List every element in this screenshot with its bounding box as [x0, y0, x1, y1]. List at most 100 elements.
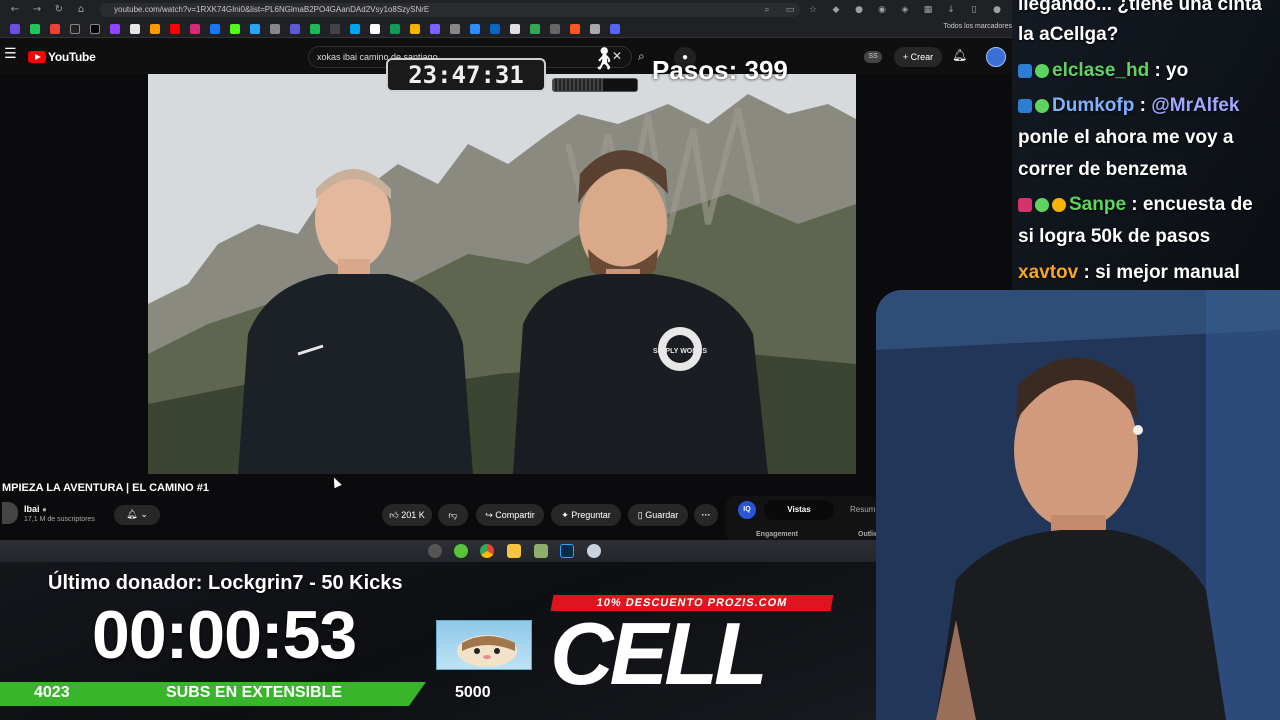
download-icon[interactable]: ↓ — [944, 3, 958, 17]
thumbs-up-icon: 👍︎ — [389, 510, 399, 520]
bookmark-icon[interactable] — [270, 23, 280, 34]
notification-bell-button[interactable]: 🔔︎ ⌄ — [114, 505, 160, 525]
iq-badge[interactable]: IQ — [738, 501, 756, 519]
subathon-timer: 00:00:53 — [92, 597, 357, 673]
create-button[interactable]: + Crear — [894, 47, 942, 67]
bookmark-icon[interactable] — [410, 23, 420, 34]
channel-avatar[interactable] — [2, 502, 18, 524]
forward-icon[interactable]: → — [30, 3, 44, 17]
chat-message: correr de benzema — [1018, 159, 1187, 181]
youtube-bookmark-icon[interactable] — [170, 23, 180, 34]
bookmark-icon[interactable] — [30, 23, 40, 34]
video-player[interactable]: SIMPLY WORKS — [148, 74, 856, 474]
bookmark-icon[interactable] — [430, 23, 440, 34]
youtube-brand[interactable]: YouTube — [48, 50, 96, 64]
app-icon[interactable] — [587, 544, 601, 558]
walking-person-icon: 🚶︎ — [590, 46, 618, 71]
app-icon[interactable] — [454, 544, 468, 558]
address-bar[interactable]: youtube.com/watch?v=1RXK74GIni0&list=PL6… — [100, 3, 800, 17]
twitch-icon[interactable] — [110, 23, 120, 34]
bookmark-icon[interactable] — [350, 23, 360, 34]
chat-message: xavtov : si mejor manual — [1018, 262, 1240, 284]
bookmark-icon[interactable] — [450, 23, 460, 34]
ask-button[interactable]: ✦ Preguntar — [551, 504, 621, 526]
like-count: 201 K — [401, 510, 425, 520]
avatar[interactable] — [986, 47, 1006, 67]
extension-icon[interactable]: ◉ — [875, 3, 889, 17]
ss-badge[interactable]: SS — [864, 51, 882, 63]
bookmark-icon[interactable] — [330, 23, 340, 34]
extension-icon[interactable]: ● — [852, 3, 866, 17]
tab-vistas[interactable]: Vistas — [764, 500, 834, 520]
thumbs-down-icon: 👎︎ — [448, 510, 458, 520]
bookmark-icon[interactable] — [550, 23, 560, 34]
sidebar-icon[interactable]: ▯ — [967, 3, 981, 17]
extension-icon[interactable]: ◆ — [829, 3, 843, 17]
bookmark-icon[interactable] — [590, 23, 600, 34]
channel-name-label: Ibai — [24, 504, 40, 514]
cell-logo: CELL — [550, 604, 768, 703]
gmail-icon[interactable] — [50, 23, 60, 34]
bookmark-star-icon[interactable]: ☆ — [806, 3, 820, 17]
tab-resumen[interactable]: Resum — [850, 505, 875, 514]
instagram-icon[interactable] — [190, 23, 200, 34]
like-button[interactable]: 👍︎ 201 K — [382, 504, 432, 526]
bookmarks-folder[interactable]: Todos los marcadores — [944, 23, 1012, 30]
bookmark-icon[interactable] — [470, 23, 480, 34]
drive-icon[interactable] — [530, 23, 540, 34]
bookmark-icon[interactable] — [210, 23, 220, 34]
bookmark-icon[interactable] — [250, 23, 260, 34]
badge-icon — [1018, 197, 1032, 212]
search-icon[interactable]: ⌕ — [638, 49, 645, 64]
bookmark-icon[interactable] — [510, 23, 520, 34]
shirt-logo: SIMPLY WORKS — [653, 348, 707, 355]
bell-icon[interactable]: 🔔︎ — [952, 48, 967, 62]
bookmark-icon[interactable] — [150, 23, 160, 34]
youtube-logo-icon[interactable] — [28, 51, 46, 63]
browser-actions: ⌕ ▭ ☆ ◆ ● ◉ ◈ ▦ ↓ ▯ ● — [760, 3, 1004, 17]
chat-text: : encuesta de — [1126, 194, 1253, 215]
more-actions-button[interactable]: ··· — [694, 504, 718, 526]
home-icon[interactable]: ⌂ — [74, 3, 88, 17]
obs-icon[interactable] — [428, 544, 442, 558]
clock-overlay: 23:47:31 — [386, 58, 546, 92]
bookmarks-bar: Todos los marcadores — [0, 20, 1012, 38]
subscriber-count: 17,1 M de suscriptores — [24, 516, 95, 523]
hamburger-menu-icon[interactable]: ☰ — [4, 46, 17, 62]
chat-mention: @MrAlfek — [1151, 95, 1240, 116]
bookmark-icon[interactable] — [570, 23, 580, 34]
bookmark-icon[interactable] — [290, 23, 300, 34]
bookmark-icon[interactable] — [610, 23, 620, 34]
mouse-cursor — [330, 475, 342, 489]
bookmark-icon[interactable] — [10, 23, 20, 34]
zoom-icon[interactable]: ⌕ — [760, 3, 774, 17]
bookmark-icon[interactable] — [130, 23, 140, 34]
badge-icon — [1052, 197, 1066, 212]
profile-icon[interactable]: ● — [990, 3, 1004, 17]
chrome-icon[interactable] — [480, 544, 494, 558]
share-button[interactable]: ↪ Compartir — [476, 504, 544, 526]
channel-name[interactable]: Ibai ● — [24, 504, 47, 514]
chat-message: ponle el ahora me voy a — [1018, 127, 1233, 149]
photoshop-icon[interactable] — [560, 544, 574, 558]
x-icon[interactable] — [70, 23, 80, 34]
bookmark-icon[interactable] — [310, 23, 320, 34]
bookmark-icon[interactable] — [370, 23, 380, 34]
bookmark-icon[interactable] — [390, 23, 400, 34]
video-title: MPIEZA LA AVENTURA | EL CAMINO #1 — [2, 482, 209, 494]
tiktok-icon[interactable] — [90, 23, 100, 34]
save-button[interactable]: ▯ Guardar — [628, 504, 688, 526]
folder-icon[interactable] — [507, 544, 521, 558]
extension-icon[interactable]: ◈ — [898, 3, 912, 17]
create-label: Crear — [910, 52, 934, 62]
chat-message: la aCellga? — [1018, 24, 1118, 46]
cast-icon[interactable]: ▭ — [783, 3, 797, 17]
dislike-button[interactable]: 👎︎ — [438, 504, 468, 526]
bookmark-icon[interactable] — [490, 23, 500, 34]
subs-current: 4023 — [34, 684, 70, 701]
puzzle-icon[interactable]: ▦ — [921, 3, 935, 17]
reload-icon[interactable]: ↻ — [52, 3, 66, 17]
back-icon[interactable]: ← — [8, 3, 22, 17]
minecraft-icon[interactable] — [534, 544, 548, 558]
kick-icon[interactable] — [230, 23, 240, 34]
